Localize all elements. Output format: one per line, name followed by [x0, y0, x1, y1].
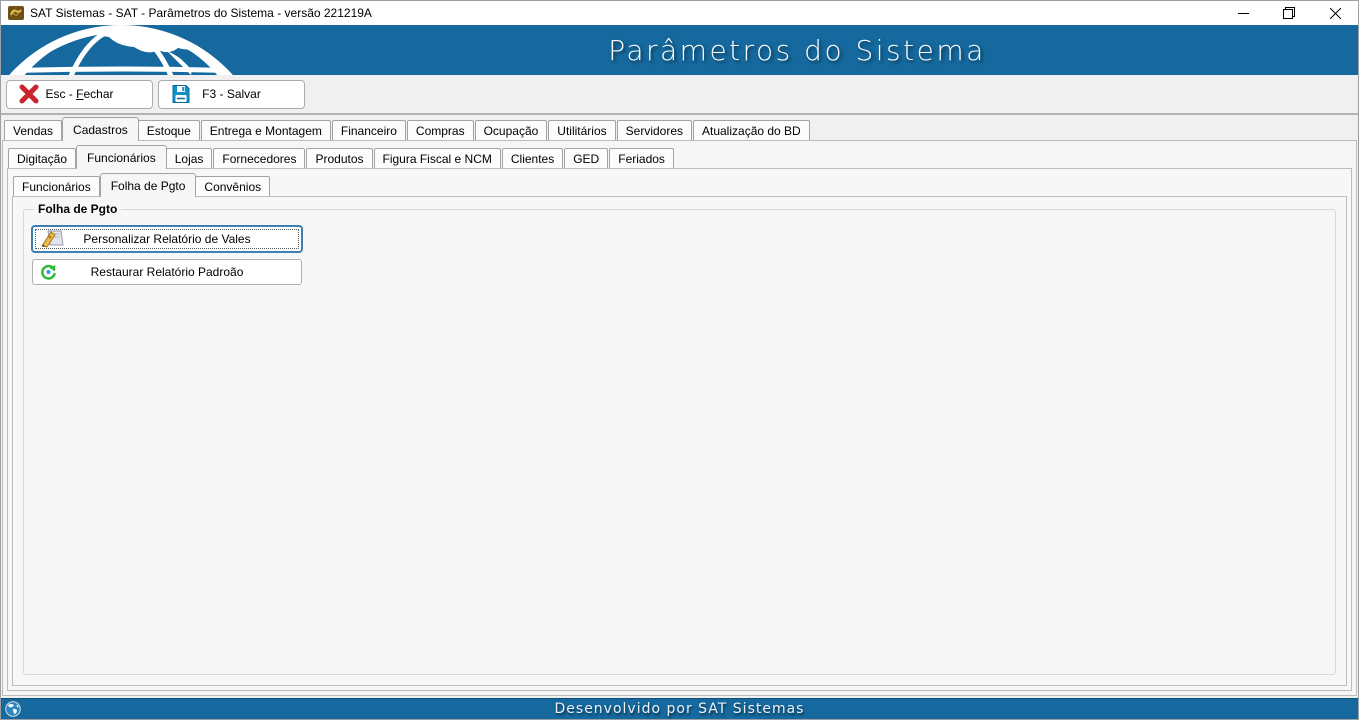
statusbar: Desenvolvido por SAT Sistemas [1, 698, 1358, 719]
minimize-icon [1237, 12, 1249, 14]
app-window: SAT Sistemas - SAT - Parâmetros do Siste… [0, 0, 1359, 720]
floppy-disk-icon [172, 85, 190, 103]
groupbox-folha-de-pgto: Folha de Pgto Personalizar Relatório de … [23, 202, 1336, 675]
tab-ged[interactable]: GED [564, 148, 609, 168]
statusbar-text: Desenvolvido por SAT Sistemas [554, 701, 805, 717]
close-button[interactable] [1312, 1, 1358, 25]
tab-utilitarios[interactable]: Utilitários [548, 120, 616, 140]
tab-financeiro[interactable]: Financeiro [331, 120, 406, 140]
tab-bar-level2: Digitação Funcionários Lojas Fornecedores Pr… [3, 141, 1356, 169]
groupbox-label: Folha de Pgto [34, 202, 122, 216]
tab-page-folha-de-pgto: Folha de Pgto Personalizar Relatório de … [12, 196, 1347, 686]
tab-bar-level1: Vendas Cadastros Estoque Entrega e Montagem… [1, 115, 1358, 141]
window-controls [1220, 1, 1358, 25]
app-header: Parâmetros do Sistema [1, 25, 1358, 75]
tab-atualizacao-do-bd[interactable]: Atualização do BD [693, 120, 810, 140]
tab-vendas[interactable]: Vendas [4, 120, 63, 140]
page-title: Parâmetros do Sistema [608, 33, 986, 67]
tab-produtos[interactable]: Produtos [306, 148, 373, 168]
tab-page-cadastros: Digitação Funcionários Lojas Fornecedores Pr… [2, 140, 1357, 696]
tab-funcionarios[interactable]: Funcionários [76, 145, 167, 169]
tab-bar-level3: Funcionários Folha de Pgto Convênios [8, 169, 1351, 197]
tab-convenios[interactable]: Convênios [195, 176, 271, 196]
minimize-button[interactable] [1220, 1, 1266, 25]
restore-arrow-icon [41, 264, 56, 280]
titlebar: SAT Sistemas - SAT - Parâmetros do Siste… [1, 1, 1358, 25]
tab-fornecedores[interactable]: Fornecedores [213, 148, 306, 168]
tab-folha-de-pgto[interactable]: Folha de Pgto [99, 173, 197, 197]
restaurar-relatorio-padrao-button[interactable]: Restaurar Relatório Padroão [32, 259, 302, 285]
tab-ocupacao[interactable]: Ocupação [474, 120, 548, 140]
pen-report-icon [41, 230, 64, 248]
tab-funcionarios[interactable]: Funcionários [13, 176, 100, 196]
restore-icon [1283, 7, 1295, 19]
close-esc-button[interactable]: Esc - Fechar [6, 79, 153, 109]
personalizar-relatorio-vales-button[interactable]: Personalizar Relatório de Vales [32, 226, 302, 252]
tab-figura-fiscal-e-ncm[interactable]: Figura Fiscal e NCM [373, 148, 501, 168]
close-icon [1329, 7, 1341, 19]
tab-servidores[interactable]: Servidores [616, 120, 692, 140]
personalizar-label: Personalizar Relatório de Vales [83, 232, 251, 246]
toolbar: Esc - Fechar F3 - Salvar [1, 75, 1358, 115]
save-f3-button[interactable]: F3 - Salvar [158, 79, 305, 109]
globe-wireframe-logo [1, 25, 236, 75]
restaurar-label: Restaurar Relatório Padroão [90, 265, 244, 279]
tab-estoque[interactable]: Estoque [137, 120, 200, 140]
window-title: SAT Sistemas - SAT - Parâmetros do Siste… [30, 6, 372, 20]
tab-entrega-e-montagem[interactable]: Entrega e Montagem [200, 120, 331, 140]
close-esc-label: Esc - Fechar [45, 87, 114, 101]
tab-cadastros[interactable]: Cadastros [62, 117, 139, 141]
restore-button[interactable] [1266, 1, 1312, 25]
tab-compras[interactable]: Compras [406, 120, 474, 140]
red-x-icon [19, 84, 39, 104]
tab-feriados[interactable]: Feriados [609, 148, 674, 168]
tab-lojas[interactable]: Lojas [165, 148, 213, 168]
sat-app-icon [8, 6, 24, 20]
save-f3-label: F3 - Salvar [202, 87, 261, 101]
tab-digitacao[interactable]: Digitação [8, 148, 77, 168]
tab-page-funcionarios: Funcionários Folha de Pgto Convênios Folha… [7, 168, 1352, 691]
tab-clientes[interactable]: Clientes [501, 148, 564, 168]
